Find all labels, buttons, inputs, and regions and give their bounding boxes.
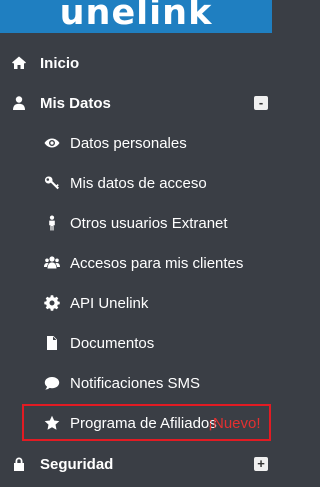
new-badge: ¡Nuevo!: [208, 415, 261, 432]
expand-toggle-button[interactable]: +: [254, 457, 268, 471]
chat-icon: [44, 375, 60, 391]
menu-item-inicio[interactable]: Inicio: [0, 44, 272, 84]
menu-item-label: Mis Datos: [40, 95, 111, 112]
document-icon: [44, 335, 60, 351]
brand-bar: unelink: [0, 0, 272, 33]
submenu-item-label: Datos personales: [70, 135, 187, 152]
users-icon: [44, 255, 60, 271]
key-icon: [44, 175, 60, 191]
submenu-item-otros-usuarios-extranet[interactable]: Otros usuarios Extranet: [0, 204, 272, 244]
submenu-item-notificaciones-sms[interactable]: Notificaciones SMS: [0, 364, 272, 404]
submenu-item-datos-personales[interactable]: Datos personales: [0, 124, 272, 164]
star-icon: [44, 415, 60, 431]
submenu-item-api-unelink[interactable]: API Unelink: [0, 284, 272, 324]
gear-icon: [44, 295, 60, 311]
sidebar-menu: unelink Inicio Mis Datos - Datos persona…: [0, 0, 272, 487]
menu-item-mis-datos[interactable]: Mis Datos -: [0, 84, 272, 124]
menu-item-seguridad[interactable]: Seguridad +: [0, 445, 272, 485]
submenu-item-documentos[interactable]: Documentos: [0, 324, 272, 364]
submenu-item-label: Accesos para mis clientes: [70, 255, 244, 272]
menu-item-label: Inicio: [40, 55, 80, 72]
submenu-item-accesos-clientes[interactable]: Accesos para mis clientes: [0, 244, 272, 284]
menu-item-label: Seguridad: [40, 456, 114, 473]
submenu-item-mis-datos-de-acceso[interactable]: Mis datos de acceso: [0, 164, 272, 204]
home-icon: [11, 55, 27, 71]
submenu-item-label: Mis datos de acceso: [70, 175, 207, 192]
submenu-item-label: Otros usuarios Extranet: [70, 215, 228, 232]
submenu-item-label: Documentos: [70, 335, 155, 352]
submenu-item-label: Programa de Afiliados: [70, 415, 217, 432]
eye-icon: [44, 135, 60, 151]
collapse-toggle-button[interactable]: -: [254, 96, 268, 110]
lock-icon: [11, 456, 27, 472]
user-icon: [11, 95, 27, 111]
unelink-logo[interactable]: unelink: [0, 0, 272, 33]
submenu-item-programa-de-afiliados[interactable]: Programa de Afiliados ¡Nuevo!: [0, 404, 272, 444]
submenu-item-label: Notificaciones SMS: [70, 375, 201, 392]
person-icon: [44, 215, 60, 231]
submenu-item-label: API Unelink: [70, 295, 149, 312]
